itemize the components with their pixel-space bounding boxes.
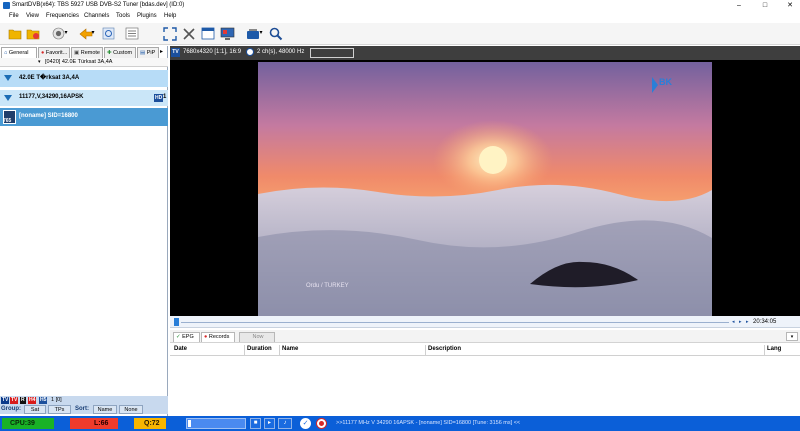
- satellite-selector-value: [0420] 42.0E Türksat 3A,4A: [45, 59, 113, 65]
- monitor-icon[interactable]: [220, 25, 235, 42]
- minimize-button[interactable]: –: [729, 0, 749, 12]
- channel-count: 1 [0]: [51, 397, 62, 403]
- tab-general[interactable]: ⌂ General: [1, 47, 37, 58]
- remote-tab-icon: ▣: [74, 50, 81, 56]
- filter-radio-button[interactable]: R: [20, 397, 26, 404]
- remote-dropdown-icon[interactable]: ▾: [258, 25, 264, 42]
- previous-icon[interactable]: ◂: [732, 318, 738, 326]
- epg-table-body[interactable]: [170, 356, 800, 415]
- cpu-meter: CPU:39: [2, 418, 54, 429]
- time-display: 20:34:05: [753, 319, 777, 325]
- play-icon[interactable]: ▸: [739, 318, 745, 326]
- tab-remote[interactable]: ▣ Remote: [71, 47, 103, 58]
- menu-view[interactable]: View: [26, 13, 39, 19]
- sort-name-button[interactable]: Name: [93, 405, 117, 414]
- epg-dropdown-icon[interactable]: ▾: [786, 332, 798, 341]
- channel-number: 765: [3, 118, 12, 124]
- sort-none-button[interactable]: None: [119, 405, 143, 414]
- video-info-field[interactable]: [310, 48, 354, 58]
- back-dropdown-icon[interactable]: ▾: [90, 25, 96, 42]
- epg-now-filter[interactable]: Now: [239, 332, 275, 342]
- video-resolution: 7680x4320 [1:1], 16:9: [183, 49, 242, 55]
- audio-track-icon[interactable]: ♪: [278, 418, 292, 429]
- column-duration[interactable]: Duration: [247, 346, 272, 352]
- satellite-label: 42.0E T�rksat 3A,4A: [19, 75, 80, 81]
- column-lang[interactable]: Lang: [767, 346, 781, 352]
- fullscreen-icon[interactable]: [162, 25, 177, 42]
- menu-tools[interactable]: Tools: [116, 13, 130, 19]
- audio-info: 2 ch(s), 48000 Hz: [257, 49, 305, 55]
- open-folder-icon[interactable]: [7, 25, 22, 42]
- window-title: SmartDVB(x64): TBS 5927 USB DVB-S2 Tuner…: [12, 2, 185, 8]
- audio-icon: [246, 48, 254, 56]
- selector-dropdown-icon[interactable]: ▾: [38, 59, 41, 65]
- app-window: { "window":{"title":"SmartDVB(x64): TBS …: [0, 0, 800, 431]
- menu-plugins[interactable]: Plugins: [137, 13, 157, 19]
- column-divider: [764, 345, 765, 355]
- expand-satellite-icon[interactable]: [4, 75, 12, 81]
- volume-slider[interactable]: [186, 418, 246, 429]
- next-icon[interactable]: ▸: [746, 318, 752, 326]
- close-button[interactable]: ✕: [780, 0, 800, 12]
- tabs-scroll-arrow-icon[interactable]: ▸: [160, 48, 167, 57]
- filter-tv-scrambled-button[interactable]: TV: [10, 397, 19, 404]
- tab-custom[interactable]: ✚ Custom: [104, 47, 136, 58]
- group-sat-button[interactable]: Sat: [24, 405, 46, 414]
- tv-badge: TV: [171, 48, 180, 57]
- video-frame-image: [258, 62, 712, 316]
- menu-file[interactable]: File: [9, 13, 19, 19]
- expand-transponder-icon[interactable]: [4, 95, 12, 101]
- stop-icon[interactable]: ■: [250, 418, 261, 429]
- menu-help[interactable]: Help: [164, 13, 176, 19]
- channel-list-icon[interactable]: [124, 25, 139, 42]
- pip-icon: ▤: [140, 50, 147, 56]
- app-icon: [3, 2, 10, 9]
- search-icon[interactable]: [268, 25, 283, 42]
- tuning-info: >>11177 MHz V 34290 16APSK - [noname] SI…: [336, 420, 521, 426]
- hd-badge: HD: [154, 94, 164, 102]
- column-description[interactable]: Description: [428, 346, 461, 352]
- transponder-label: 11177,V,34290,16APSK: [19, 94, 84, 100]
- epg-refresh-icon[interactable]: [101, 25, 116, 42]
- record-dropdown-icon[interactable]: ▾: [63, 25, 69, 42]
- volume-handle[interactable]: [188, 420, 191, 427]
- column-name[interactable]: Name: [282, 346, 298, 352]
- video-caption: Ordu / TURKEY: [306, 283, 349, 289]
- scan-folder-icon[interactable]: [25, 25, 40, 42]
- confirm-icon[interactable]: ✓: [300, 418, 311, 429]
- channel-logo: BK: [659, 77, 672, 87]
- transponder-count: 1: [163, 94, 167, 100]
- tab-records[interactable]: ● Records: [201, 332, 235, 342]
- column-divider: [279, 345, 280, 355]
- sort-label: Sort:: [75, 406, 89, 412]
- window-mode-icon[interactable]: [200, 25, 215, 42]
- group-label: Group:: [1, 406, 21, 412]
- toolbar: [0, 23, 800, 45]
- filter-h265-button[interactable]: H5: [39, 397, 48, 404]
- menu-channels[interactable]: Channels: [84, 13, 109, 19]
- tab-pip[interactable]: ▤ PiP: [137, 47, 159, 58]
- column-divider: [425, 345, 426, 355]
- seek-track: [181, 322, 729, 323]
- column-divider: [244, 345, 245, 355]
- play-status-icon[interactable]: ▸: [264, 418, 275, 429]
- column-date[interactable]: Date: [174, 346, 187, 352]
- tab-favorites[interactable]: ● Favorit...: [38, 47, 70, 58]
- tab-epg[interactable]: ✓ EPG: [173, 332, 200, 342]
- signal-quality-meter: Q:72: [134, 418, 166, 429]
- filter-tv-button[interactable]: TV: [1, 397, 10, 404]
- maximize-button[interactable]: □: [755, 0, 775, 12]
- menu-frequencies[interactable]: Frequencies: [46, 13, 79, 19]
- signal-level-meter: L:66: [70, 418, 118, 429]
- channel-label: [noname] SID=16800: [19, 113, 78, 119]
- seek-handle[interactable]: [174, 318, 179, 326]
- settings-tools-icon[interactable]: [181, 25, 196, 42]
- group-tps-button[interactable]: TPs: [48, 405, 71, 414]
- record-dot: [319, 421, 324, 426]
- filter-h264-button[interactable]: H4: [28, 397, 37, 404]
